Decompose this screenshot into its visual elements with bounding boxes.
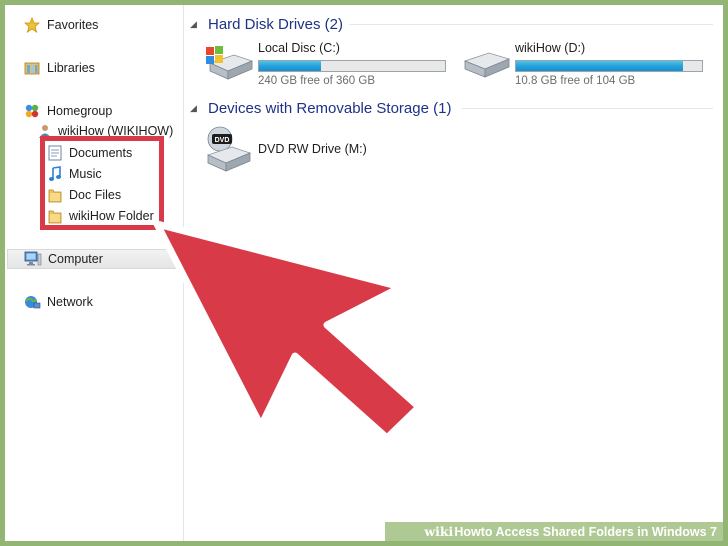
footer-title: to Access Shared Folders in Windows 7 [480, 524, 717, 539]
brand-wiki: wiki [424, 524, 454, 539]
arrow-shape [153, 220, 423, 442]
pointer-arrow-annotation [153, 220, 423, 442]
brand-how: How [454, 524, 481, 539]
explorer-window: Favorites Libraries Homegroup wikiHow (W… [5, 5, 723, 541]
footer-banner: wiki How to Access Shared Folders in Wind… [385, 522, 723, 541]
